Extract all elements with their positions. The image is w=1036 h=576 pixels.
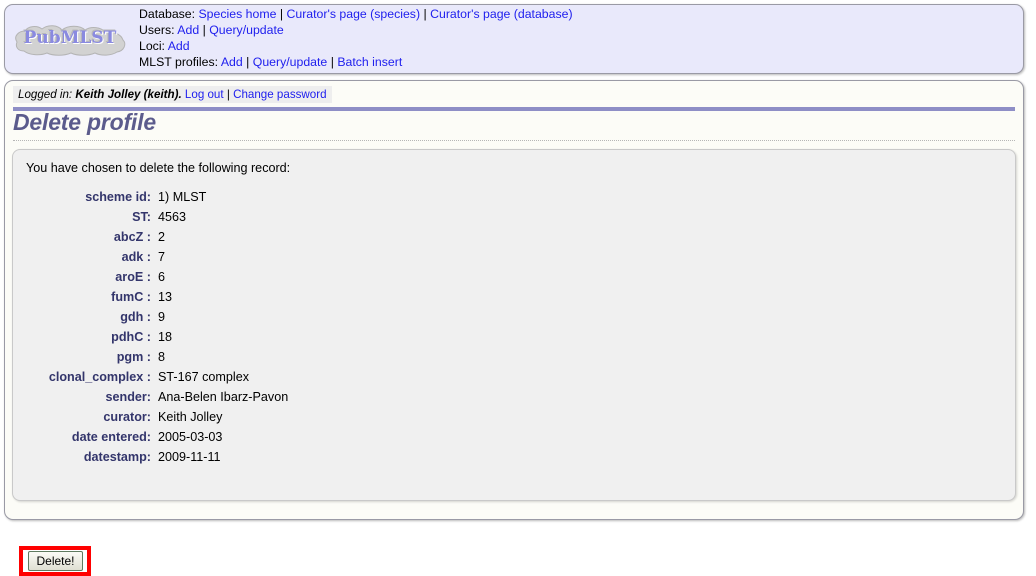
delete-button[interactable]: Delete! (28, 551, 83, 571)
nav-separator: | (202, 23, 206, 38)
record-details-table: scheme id: 1) MLST ST: 4563 abcZ : 2 adk… (13, 187, 288, 467)
login-separator: | (226, 88, 230, 101)
table-row: abcZ : 2 (13, 227, 288, 247)
table-row: ST: 4563 (13, 207, 288, 227)
record-label-curator: curator: (103, 410, 151, 424)
record-value-gdh: 9 (158, 310, 166, 324)
table-row: pdhC : 18 (13, 327, 288, 347)
table-row: fumC : 13 (13, 287, 288, 307)
record-label-st: ST: (132, 210, 151, 224)
login-status-bar: Logged in: Keith Jolley (keith). Log out… (13, 86, 332, 103)
record-label-abcz: abcZ : (113, 230, 151, 244)
record-label-pgm: pgm : (116, 350, 151, 364)
intro-text: You have chosen to delete the following … (26, 161, 291, 175)
table-row: curator: Keith Jolley (13, 407, 288, 427)
table-row: aroE : 6 (13, 267, 288, 287)
record-value-sender: Ana-Belen Ibarz-Pavon (158, 390, 289, 404)
table-row: sender: Ana-Belen Ibarz-Pavon (13, 387, 289, 407)
table-row: scheme id: 1) MLST (13, 187, 288, 207)
login-username: Keith Jolley (keith). (75, 88, 182, 101)
record-value-pgm: 8 (158, 350, 166, 364)
table-row: datestamp: 2009-11-11 (13, 447, 288, 467)
nav-row-database: Database: Species home | Curator's page … (139, 7, 573, 23)
record-value-pdhc: 18 (158, 330, 173, 344)
nav-row-loci-label: Loci: (139, 39, 165, 53)
table-row: gdh : 9 (13, 307, 288, 327)
record-label-datestamp: datestamp: (83, 450, 151, 464)
site-header: PubMLST Database: Species home | Curator… (4, 4, 1024, 74)
nav-row-mlst-profiles: MLST profiles: Add | Query/update | Batc… (139, 55, 573, 71)
login-prefix: Logged in: (18, 88, 73, 101)
nav-row-users: Users: Add | Query/update (139, 23, 573, 39)
title-dotted-divider (13, 140, 1015, 141)
nav-row-database-label: Database: (139, 7, 196, 22)
record-label-sender: sender: (105, 390, 152, 404)
record-label-pdhc: pdhC : (111, 330, 151, 344)
pubmlst-logo-text: PubMLST (23, 28, 117, 48)
record-label-adk: adk : (121, 250, 151, 264)
nav-row-mlst-profiles-label: MLST profiles: (139, 54, 219, 69)
link-users-query-update[interactable]: Query/update (209, 23, 284, 37)
record-value-date-entered: 2005-03-03 (158, 430, 223, 444)
table-row: clonal_complex : ST-167 complex (13, 367, 288, 387)
record-value-fumc: 13 (158, 290, 173, 304)
link-curators-page-species[interactable]: Curator's page (species) (286, 7, 420, 21)
pubmlst-logo: PubMLST (11, 17, 129, 61)
nav-row-loci: Loci: Add (139, 39, 573, 55)
record-label-gdh: gdh : (120, 310, 151, 324)
record-value-abcz: 2 (158, 230, 166, 244)
nav-separator: | (246, 54, 250, 69)
record-value-aroe: 6 (158, 270, 166, 284)
page-title: Delete profile (13, 109, 156, 135)
record-label-scheme-id: scheme id: (85, 190, 151, 204)
link-users-add[interactable]: Add (177, 23, 199, 37)
record-value-clonal-complex: ST-167 complex (158, 370, 249, 384)
nav-separator: | (279, 7, 284, 22)
page-container: Logged in: Keith Jolley (keith). Log out… (4, 80, 1024, 576)
link-loci-add[interactable]: Add (168, 39, 190, 53)
record-value-scheme-id: 1) MLST (158, 190, 207, 204)
link-species-home[interactable]: Species home (198, 7, 276, 21)
table-row: adk : 7 (13, 247, 288, 267)
nav-separator: | (330, 54, 334, 69)
record-label-date-entered: date entered: (71, 430, 151, 444)
record-label-clonal-complex: clonal_complex : (48, 370, 151, 384)
link-profiles-add[interactable]: Add (221, 55, 243, 69)
change-password-link[interactable]: Change password (233, 88, 326, 101)
title-rule (13, 107, 1015, 111)
record-value-datestamp: 2009-11-11 (158, 450, 221, 464)
record-value-adk: 7 (158, 250, 166, 264)
nav-row-users-label: Users: (139, 23, 175, 38)
delete-confirmation-panel: You have chosen to delete the following … (12, 149, 1016, 576)
header-nav: Database: Species home | Curator's page … (139, 7, 573, 70)
record-label-fumc: fumC : (111, 290, 151, 304)
nav-separator: | (423, 7, 427, 22)
record-table-body: scheme id: 1) MLST ST: 4563 abcZ : 2 adk… (13, 187, 288, 467)
logout-link[interactable]: Log out (185, 88, 224, 101)
link-profiles-batch-insert[interactable]: Batch insert (337, 55, 402, 69)
table-row: pgm : 8 (13, 347, 288, 367)
record-value-st: 4563 (158, 210, 187, 224)
link-curators-page-database[interactable]: Curator's page (database) (430, 7, 572, 21)
record-label-aroe: aroE : (115, 270, 151, 284)
table-row: date entered: 2005-03-03 (13, 427, 288, 447)
record-value-curator: Keith Jolley (158, 410, 223, 424)
link-profiles-query-update[interactable]: Query/update (253, 55, 328, 69)
